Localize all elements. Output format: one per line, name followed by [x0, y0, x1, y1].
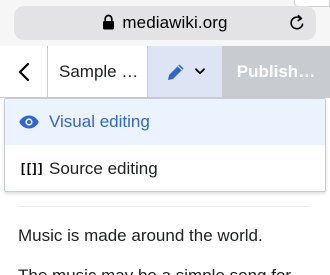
chevron-left-icon — [18, 62, 29, 81]
reload-icon[interactable] — [288, 14, 306, 32]
menu-item-label: Visual editing — [49, 112, 150, 131]
page-title-button[interactable]: Sample … — [48, 46, 148, 97]
pencil-icon — [167, 64, 183, 80]
edit-mode-menu: Visual editing [[]] Source editing — [4, 98, 326, 192]
lock-icon — [103, 14, 115, 30]
editor-toolbar: Sample … Publish… — [0, 46, 330, 98]
url-field[interactable]: mediawiki.org — [14, 6, 316, 40]
content-paragraph: The music may be a simple song for — [18, 266, 291, 275]
menu-item-label: Source editing — [49, 159, 158, 178]
menu-item-visual-editing[interactable]: Visual editing — [5, 99, 325, 145]
url-text: mediawiki.org — [122, 13, 228, 32]
page-title: Sample … — [59, 61, 139, 81]
browser-address-bar: mediawiki.org — [0, 0, 330, 46]
publish-button[interactable]: Publish… — [222, 46, 330, 97]
back-button[interactable] — [0, 46, 48, 97]
eye-icon — [19, 115, 39, 129]
edit-mode-switcher-button[interactable] — [148, 46, 222, 97]
publish-label: Publish… — [236, 61, 316, 81]
chevron-down-icon — [194, 68, 205, 75]
wikitext-brackets-icon: [[]] — [19, 161, 44, 177]
menu-item-source-editing[interactable]: [[]] Source editing — [5, 146, 325, 192]
content-paragraph: Music is made around the world. — [18, 226, 263, 245]
divider — [18, 206, 310, 207]
